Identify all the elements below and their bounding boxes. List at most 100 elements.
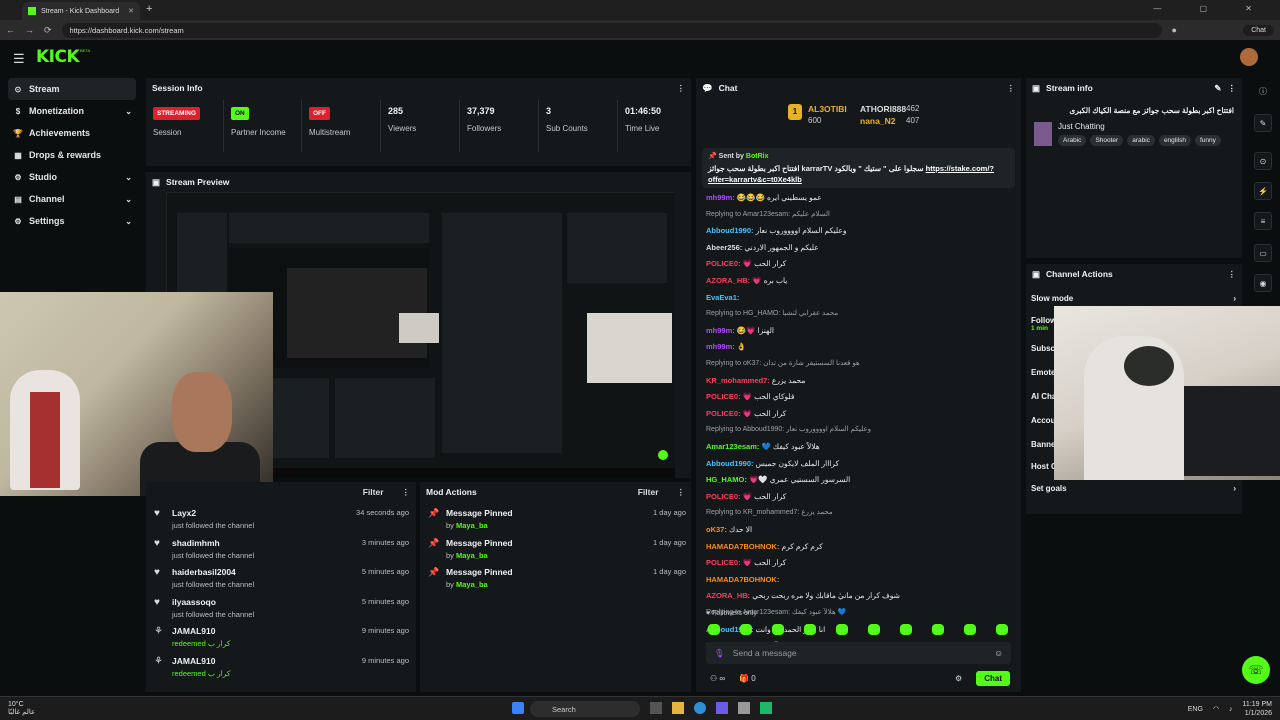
- category-name[interactable]: Just Chatting: [1058, 122, 1221, 131]
- list-icon[interactable]: ≡: [1254, 212, 1272, 230]
- activity-row[interactable]: ⚘ JAMAL910 redeemed كرار ب 9 minutes ago: [154, 656, 409, 678]
- edit-icon[interactable]: ✎: [1214, 83, 1221, 94]
- clock[interactable]: 11:19 PM 1/1/2026: [1243, 700, 1272, 718]
- tag-pill[interactable]: Shooter: [1090, 135, 1124, 146]
- activity-user[interactable]: JAMAL910: [172, 656, 230, 666]
- gifter-name[interactable]: ATHORI888: [860, 104, 906, 114]
- close-tab-icon[interactable]: ✕: [128, 7, 134, 15]
- mod-action-row[interactable]: 📌 Message Pinned by Maya_ba 1 day ago: [428, 538, 686, 560]
- activity-user[interactable]: shadimhmh: [172, 538, 254, 548]
- chat-username[interactable]: HAMADA7BOHNOK:: [706, 575, 779, 584]
- chat-message[interactable]: POLICE0: 💗 قلوكاي الحب: [706, 392, 1011, 401]
- chat-message[interactable]: Abboud1990: كرااار الملف لايكون جميس: [706, 459, 1011, 468]
- tag-pill[interactable]: englilsh: [1158, 135, 1191, 146]
- menu-icon[interactable]: ☰: [13, 51, 25, 67]
- chat-username[interactable]: HAMADA7BOHNOK:: [706, 542, 779, 551]
- chat-message[interactable]: oK37: الا حدك: [706, 525, 1011, 534]
- browser-tab[interactable]: Stream - Kick Dashboard ✕: [22, 2, 140, 20]
- channel-action-slow-mode[interactable]: Slow mode ›: [1031, 294, 1236, 303]
- emote-icon[interactable]: [836, 624, 848, 635]
- emote-icon[interactable]: [964, 624, 976, 635]
- chat-message[interactable]: POLICE0: 💗 كرار الحب: [706, 409, 1011, 418]
- file-explorer-icon[interactable]: [672, 702, 684, 714]
- activity-row[interactable]: ♥ ilyaassoqo just followed the channel 5 mi…: [154, 597, 409, 619]
- more-icon[interactable]: ⋮: [1007, 83, 1016, 94]
- chat-message[interactable]: AZORA_HB: 💗 ياب بره: [706, 276, 1011, 285]
- sidebar-item-studio[interactable]: ⚙ Studio ⌄: [8, 166, 136, 188]
- chat-input[interactable]: 🎙 Send a message ☺: [706, 642, 1011, 664]
- activity-row[interactable]: ♥ haiderbasil2004 just followed the channe…: [154, 567, 409, 589]
- window-controls[interactable]: — ▢ ✕: [1153, 4, 1270, 13]
- chat-username[interactable]: AZORA_HB:: [706, 591, 750, 600]
- channel-action-set-goals[interactable]: Set goals ›: [1031, 484, 1236, 493]
- chat-message[interactable]: Abboud1990: وعليكم السلام اووووروب نعار: [706, 226, 1011, 235]
- sidebar-item-settings[interactable]: ⚙ Settings ⌄: [8, 210, 136, 232]
- emote-icon[interactable]: [868, 624, 880, 635]
- chat-message[interactable]: POLICE0: 💗 كرار الحب: [706, 492, 1011, 501]
- browser-profile-icon[interactable]: ●: [1172, 25, 1177, 35]
- chat-username[interactable]: POLICE0:: [706, 392, 741, 401]
- chat-message[interactable]: mh99m: 😂😂😂 عمو يسطيني ايره: [706, 193, 1011, 202]
- task-view-icon[interactable]: [650, 702, 662, 714]
- sent-by-user[interactable]: BotRix: [746, 153, 769, 160]
- points-icon[interactable]: ⚇ ∞: [710, 674, 725, 683]
- chat-message[interactable]: EvaEva1:: [706, 293, 1011, 302]
- chat-username[interactable]: POLICE0:: [706, 492, 741, 501]
- emote-icon[interactable]: [932, 624, 944, 635]
- emoji-icon[interactable]: ☺: [994, 648, 1003, 658]
- activity-user[interactable]: ilyaassoqo: [172, 597, 254, 607]
- chat-message[interactable]: HAMADA7BOHNOK:: [706, 575, 1011, 584]
- chat-username[interactable]: Amar123esam:: [706, 442, 759, 451]
- more-icon[interactable]: ⋮: [1228, 269, 1237, 280]
- sidebar-item-drops-rewards[interactable]: ▦ Drops & rewards: [8, 144, 136, 166]
- volume-icon[interactable]: ♪: [1229, 706, 1233, 713]
- more-icon[interactable]: ⋮: [402, 487, 411, 498]
- sidebar-item-stream[interactable]: ⊙ Stream: [8, 78, 136, 100]
- activity-row[interactable]: ♥ Layx2 just followed the channel 34 second…: [154, 508, 409, 530]
- info-icon[interactable]: ⓘ: [1254, 82, 1272, 100]
- edit-icon[interactable]: ✎: [1254, 114, 1272, 132]
- chat-username[interactable]: HG_HAMO:: [706, 475, 747, 484]
- emote-icon[interactable]: [740, 624, 752, 635]
- discord-icon[interactable]: [716, 702, 728, 714]
- chat-message[interactable]: mh99m: 😂💗 الهنزا: [706, 326, 1011, 335]
- tag-pill[interactable]: arabic: [1127, 135, 1155, 146]
- chat-message[interactable]: HG_HAMO: 💗🤍 السرسور السستيي عمري: [706, 475, 1011, 484]
- kick-logo[interactable]: KICK: [36, 47, 80, 67]
- chat-username[interactable]: mh99m:: [706, 342, 735, 351]
- pinned-message[interactable]: 📌 Sent by BotRix افتتاح اكبر بطولة سحب ج…: [702, 148, 1015, 188]
- filter-button[interactable]: Filter: [363, 487, 384, 497]
- chat-message[interactable]: AZORA_HB: شوف كرار من مانيٰ ماقابك ولا م…: [706, 591, 1011, 600]
- chat-username[interactable]: EvaEva1:: [706, 293, 739, 302]
- chat-username[interactable]: Abboud1990:: [706, 459, 754, 468]
- emote-icon[interactable]: [900, 624, 912, 635]
- weather-widget[interactable]: 10°C عالم غالبًا: [8, 701, 35, 717]
- chat-message[interactable]: mh99m: 👌: [706, 342, 1011, 351]
- chat-message[interactable]: KR_mohammed7: محمد يزرع: [706, 376, 1011, 385]
- taskbar-search[interactable]: Search: [530, 701, 640, 717]
- wifi-icon[interactable]: ◠: [1213, 705, 1219, 713]
- chat-username[interactable]: POLICE0:: [706, 558, 741, 567]
- target-icon[interactable]: ⊙: [1254, 152, 1272, 170]
- mic-icon[interactable]: 🎙: [714, 648, 725, 659]
- browser-chat-button[interactable]: Chat: [1243, 24, 1274, 36]
- mod-user[interactable]: Maya_ba: [456, 580, 488, 589]
- mod-user[interactable]: Maya_ba: [456, 521, 488, 530]
- url-field[interactable]: https://dashboard.kick.com/stream: [61, 22, 1162, 38]
- chat-message[interactable]: Abeer256: عليكم و الجمهور الاردني: [706, 243, 1011, 252]
- chat-message[interactable]: POLICE0: 💗 كرار الحب: [706, 259, 1011, 268]
- emote-icon[interactable]: [772, 624, 784, 635]
- activity-user[interactable]: haiderbasil2004: [172, 567, 254, 577]
- chat-username[interactable]: oK37:: [706, 525, 727, 534]
- emote-icon[interactable]: [708, 624, 720, 635]
- chat-message[interactable]: Amar123esam: 💙 هلالاً عبود كيفك: [706, 442, 1011, 451]
- forward-icon[interactable]: →: [25, 25, 34, 35]
- more-icon[interactable]: ⋮: [677, 83, 686, 94]
- chat-username[interactable]: POLICE0:: [706, 409, 741, 418]
- user-avatar[interactable]: [1240, 48, 1258, 66]
- activity-row[interactable]: ⚘ JAMAL910 redeemed كرار ب 9 minutes ago: [154, 626, 409, 648]
- chat-username[interactable]: AZORA_HB:: [706, 276, 750, 285]
- chat-username[interactable]: KR_mohammed7:: [706, 376, 770, 385]
- settings-icon[interactable]: ⚙: [955, 674, 962, 683]
- activity-user[interactable]: JAMAL910: [172, 626, 230, 636]
